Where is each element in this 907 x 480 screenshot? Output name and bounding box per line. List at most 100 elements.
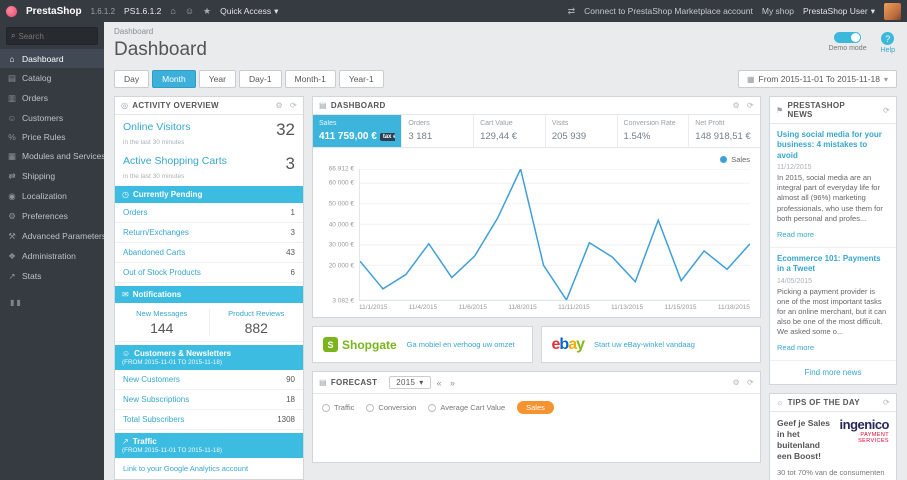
search-icon: ⌕ bbox=[11, 31, 16, 40]
help-icon[interactable]: ? bbox=[881, 32, 895, 45]
kpi-value: 1.54% bbox=[623, 131, 651, 142]
active-carts-link[interactable]: Active Shopping Carts bbox=[123, 155, 227, 167]
demo-mode-toggle[interactable] bbox=[834, 32, 862, 43]
google-analytics-link[interactable]: Link to your Google Analytics account bbox=[115, 458, 303, 479]
pending-row-returns[interactable]: Return/Exchanges 3 bbox=[115, 223, 303, 243]
pending-row-abandoned-carts[interactable]: Abandoned Carts 43 bbox=[115, 243, 303, 263]
traffic-icon: ↗ bbox=[122, 437, 129, 446]
sidebar-item-orders[interactable]: ▥ Orders bbox=[0, 88, 104, 108]
find-more-news-link[interactable]: Find more news bbox=[770, 361, 896, 384]
ebay-letter: b bbox=[559, 335, 569, 353]
forecast-prev-icon[interactable]: « bbox=[435, 378, 444, 388]
ingenico-tagline: Payment services bbox=[858, 432, 889, 445]
chevron-down-icon: ▾ bbox=[870, 5, 875, 16]
sidebar-item-advanced-parameters[interactable]: ⚒ Advanced Parameters bbox=[0, 226, 104, 246]
range-button-month[interactable]: Month bbox=[152, 70, 196, 88]
user-menu[interactable]: PrestaShop User ▾ bbox=[803, 6, 875, 17]
trophy-icon[interactable]: ★ bbox=[203, 6, 211, 17]
read-more-link[interactable]: Read more bbox=[777, 343, 814, 352]
y-tick-label: 30 000 € bbox=[328, 241, 354, 249]
user-avatar[interactable] bbox=[884, 2, 901, 20]
shop-icon[interactable]: ⌂ bbox=[170, 6, 175, 16]
pending-label: Out of Stock Products bbox=[123, 268, 201, 277]
shopgate-module-banner[interactable]: S Shopgate Ga mobiel en verhoog uw omzet bbox=[312, 326, 533, 363]
kpi-conversion-rate[interactable]: Conversion Rate 1.54% bbox=[618, 115, 690, 147]
kpi-visits[interactable]: Visits 205 939 bbox=[546, 115, 618, 147]
ebay-module-banner[interactable]: ebay Start uw eBay-winkel vandaag bbox=[540, 326, 761, 363]
ebay-cta-link[interactable]: Start uw eBay-winkel vandaag bbox=[594, 340, 695, 349]
ebay-letter: a bbox=[568, 335, 577, 353]
forecast-metric-traffic[interactable]: Traffic bbox=[322, 403, 354, 412]
sidebar-menu: ⌂ Dashboard ▤ Catalog ▥ Orders ☺ Customers %… bbox=[0, 49, 104, 286]
breadcrumb[interactable]: Dashboard bbox=[114, 27, 207, 36]
kpi-net-profit[interactable]: Net Profit 148 918,51 € bbox=[689, 115, 760, 147]
tax-badge: tax excl. bbox=[379, 133, 396, 141]
sidebar-item-price-rules[interactable]: % Price Rules bbox=[0, 127, 104, 146]
quick-access-menu[interactable]: Quick Access ▾ bbox=[220, 6, 278, 17]
sidebar-item-modules[interactable]: ▦ Modules and Services bbox=[0, 146, 104, 166]
product-reviews-cell[interactable]: Product Reviews 882 bbox=[208, 309, 304, 336]
sidebar-search[interactable]: ⌕ bbox=[6, 27, 98, 45]
forecast-metric-sales[interactable]: Sales bbox=[517, 401, 554, 414]
refresh-icon[interactable]: ⟳ bbox=[883, 398, 890, 407]
forecast-next-icon[interactable]: » bbox=[448, 378, 457, 388]
refresh-icon[interactable]: ⟳ bbox=[883, 106, 890, 115]
shopgate-cta-link[interactable]: Ga mobiel en verhoog uw omzet bbox=[407, 340, 515, 349]
radio-icon bbox=[428, 403, 437, 412]
sidebar-collapse-icon[interactable]: ▮▮ bbox=[0, 286, 104, 319]
sidebar-item-stats[interactable]: ↗ Stats bbox=[0, 266, 104, 286]
chart-legend[interactable]: Sales bbox=[321, 154, 750, 165]
kpi-cart-value[interactable]: Cart Value 129,44 € bbox=[474, 115, 546, 147]
tips-body-text: 30 tot 70% van de consumenten in Europa … bbox=[777, 468, 885, 480]
refresh-icon[interactable]: ⟳ bbox=[747, 378, 754, 387]
x-tick-label: 11/13/2015 bbox=[611, 304, 644, 311]
new-messages-cell[interactable]: New Messages 144 bbox=[115, 309, 209, 336]
online-visitors-link[interactable]: Online Visitors bbox=[123, 121, 191, 133]
customers-row-new-customers[interactable]: New Customers 90 bbox=[115, 370, 303, 390]
refresh-icon[interactable]: ⟳ bbox=[290, 101, 297, 110]
sidebar-item-shipping[interactable]: ⇄ Shipping bbox=[0, 166, 104, 186]
sidebar-item-localization[interactable]: ◉ Localization bbox=[0, 186, 104, 206]
forecast-metric-conversion[interactable]: Conversion bbox=[366, 403, 416, 412]
pending-row-orders[interactable]: Orders 1 bbox=[115, 203, 303, 223]
tips-headline: Geef je Sales in het buitenland een Boos… bbox=[777, 418, 830, 462]
sidebar-item-dashboard[interactable]: ⌂ Dashboard bbox=[0, 49, 104, 68]
news-date: 14/05/2015 bbox=[777, 277, 813, 285]
date-range-picker[interactable]: ▦ From 2015-11-01 To 2015-11-18 ▾ bbox=[737, 70, 897, 88]
gear-icon[interactable]: ⚙ bbox=[733, 378, 740, 387]
range-button-year-1[interactable]: Year-1 bbox=[338, 70, 384, 88]
customers-row-total-subscribers[interactable]: Total Subscribers 1308 bbox=[115, 410, 303, 430]
dashboard-icon: ▤ bbox=[319, 101, 327, 110]
range-button-day-1[interactable]: Day-1 bbox=[238, 70, 282, 88]
news-headline-link[interactable]: Using social media for your business: 4 … bbox=[777, 130, 889, 161]
kpi-sales[interactable]: Sales 411 759,00 €tax excl. bbox=[313, 115, 403, 147]
range-button-year[interactable]: Year bbox=[198, 70, 236, 88]
kpi-orders[interactable]: Orders 3 181 bbox=[402, 115, 475, 147]
gear-icon[interactable]: ⚙ bbox=[733, 101, 740, 110]
customers-newsletters-header: ☺ Customers & Newsletters (FROM 2015-11-0… bbox=[115, 345, 303, 370]
marketplace-link[interactable]: Connect to PrestaShop Marketplace accoun… bbox=[584, 6, 753, 16]
pending-row-out-of-stock[interactable]: Out of Stock Products 6 bbox=[115, 263, 303, 283]
stats-icon: ↗ bbox=[8, 270, 16, 281]
forecast-year-select[interactable]: 2015 ▾ bbox=[389, 376, 431, 389]
customers-row-new-subscriptions[interactable]: New Subscriptions 18 bbox=[115, 390, 303, 410]
forecast-metric-average-cart-value[interactable]: Average Cart Value bbox=[428, 403, 505, 412]
gear-icon[interactable]: ⚙ bbox=[276, 101, 283, 110]
refresh-icon[interactable]: ⟳ bbox=[747, 101, 754, 110]
sidebar-item-label: Dashboard bbox=[22, 53, 64, 64]
range-button-month-1[interactable]: Month-1 bbox=[284, 70, 336, 88]
sidebar-item-label: Customers bbox=[22, 112, 64, 123]
forecast-panel: ▤ FORECAST 2015 ▾ « » ⚙ ⟳ Traffic Conver… bbox=[312, 371, 761, 463]
read-more-link[interactable]: Read more bbox=[777, 230, 814, 239]
sidebar-item-administration[interactable]: ❖ Administration bbox=[0, 246, 104, 266]
sidebar-item-preferences[interactable]: ⚙ Preferences bbox=[0, 206, 104, 226]
shop-name[interactable]: PS1.6.1.2 bbox=[124, 6, 161, 16]
shipping-icon: ⇄ bbox=[8, 170, 16, 181]
sidebar-item-catalog[interactable]: ▤ Catalog bbox=[0, 68, 104, 88]
search-input[interactable] bbox=[18, 31, 91, 41]
sidebar-item-customers[interactable]: ☺ Customers bbox=[0, 108, 104, 127]
range-button-day[interactable]: Day bbox=[114, 70, 150, 88]
news-headline-link[interactable]: Ecommerce 101: Payments in a Tweet bbox=[777, 254, 889, 275]
profile-icon[interactable]: ☺ bbox=[185, 6, 194, 16]
my-shop-link[interactable]: My shop bbox=[762, 6, 794, 16]
